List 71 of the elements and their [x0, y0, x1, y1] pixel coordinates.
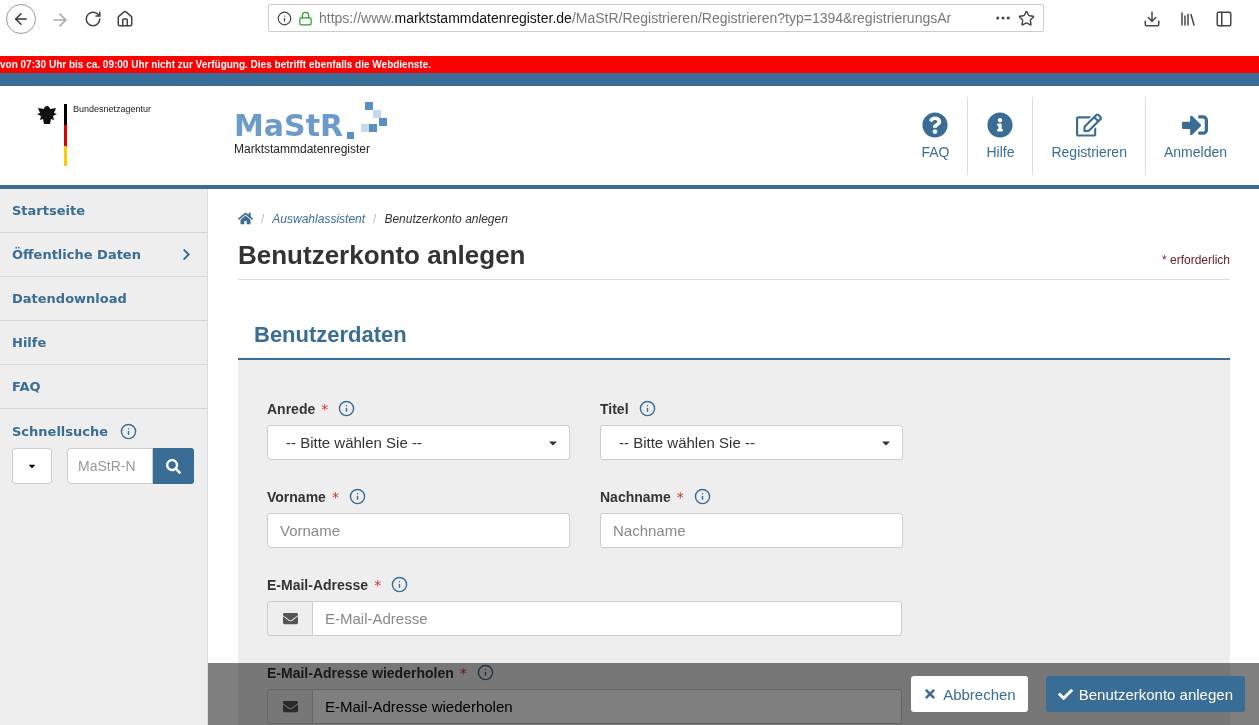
breadcrumb-link[interactable]: Benutzerkonto anlegen — [384, 211, 508, 226]
envelope-icon — [282, 699, 298, 714]
eagle-icon — [36, 104, 58, 126]
email-field[interactable]: E-Mail-Adresse wiederholen — [313, 689, 902, 724]
flag-stripe — [64, 104, 67, 166]
field-label: Titel — [600, 400, 629, 417]
select-field[interactable]: -- Bitte wählen Sie -- — [600, 425, 903, 460]
cancel-button[interactable]: Abbrechen — [911, 676, 1028, 712]
info-icon[interactable] — [391, 576, 409, 593]
check-icon — [1057, 686, 1073, 702]
sidebar-item[interactable]: FAQ — [0, 365, 207, 409]
envelope-icon — [282, 611, 298, 626]
back-button[interactable] — [6, 4, 36, 34]
field-label: Nachname — [600, 488, 671, 505]
library-icon[interactable] — [1179, 10, 1197, 28]
sidebar-item[interactable]: Öffentliche Daten — [0, 233, 207, 277]
url-text: https://www.marktstammdatenregister.de/MaStR/Registrieren/Registrieren?typ=1394&registrierungsAr — [319, 10, 953, 26]
search-icon — [166, 458, 181, 474]
breadcrumb-separator: / — [373, 211, 377, 226]
info-icon — [277, 10, 292, 26]
nav-link[interactable]: FAQ — [903, 96, 968, 175]
address-bar[interactable]: https://www.marktstammdatenregister.de/MaStR/Registrieren/Registrieren?typ=1394&registrierungsAr — [268, 4, 1044, 32]
nav-link[interactable]: Anmelden — [1144, 96, 1245, 175]
field-label: Vorname — [267, 488, 326, 505]
agency-name: Bundesnetzagentur — [73, 104, 152, 116]
required-note: * erforderlich — [1161, 253, 1230, 269]
required-mark: * — [676, 488, 684, 505]
page-title: Benutzerkonto anlegen — [238, 240, 526, 271]
logo-squares-icon — [347, 102, 388, 142]
breadcrumb-link[interactable]: Auswahlassistent — [272, 211, 366, 226]
input-field[interactable]: Vorname — [267, 513, 570, 548]
nav-link[interactable]: Registrieren — [1032, 96, 1145, 175]
download-icon[interactable] — [1143, 10, 1161, 28]
logo-text: MaStR — [234, 109, 344, 142]
edit-icon — [1076, 111, 1103, 138]
quick-search-label: Schnellsuche — [12, 424, 109, 439]
field-label: Anrede — [267, 400, 316, 417]
required-mark: * — [321, 400, 329, 417]
notice-banner: von 07:30 Uhr bis ca. 09:00 Uhr nicht zur Verfügung. Dies betrifft ebenfalls die Webdienste. — [0, 56, 1259, 73]
field-label: E-Mail-Adresse wiederholen — [267, 664, 454, 681]
required-mark: * — [331, 488, 339, 505]
info-icon[interactable] — [348, 488, 366, 505]
required-mark: * — [459, 664, 467, 681]
close-icon — [923, 687, 938, 701]
input-field[interactable]: Nachname — [600, 513, 903, 548]
info-icon[interactable] — [476, 664, 494, 681]
logo-subtitle: Marktstammdatenregister — [234, 142, 372, 156]
info-icon[interactable] — [120, 423, 138, 440]
search-button[interactable] — [153, 448, 194, 484]
info-icon — [987, 111, 1014, 138]
sidebar-item[interactable]: Startseite — [0, 189, 207, 233]
info-icon[interactable] — [638, 400, 656, 417]
sidebar-icon[interactable] — [1215, 10, 1233, 28]
reload-icon — [84, 10, 102, 28]
search-field[interactable]: MaStR-N — [67, 448, 153, 484]
submit-button[interactable]: Benutzerkonto anlegen — [1045, 676, 1245, 712]
question-icon — [922, 111, 949, 138]
sidebar-item[interactable]: Hilfe — [0, 321, 207, 365]
info-icon[interactable] — [338, 400, 356, 417]
bookmark-icon[interactable] — [1018, 9, 1035, 27]
email-field[interactable]: E-Mail-Adresse — [313, 601, 902, 636]
home-icon[interactable] — [238, 211, 253, 226]
nav-link[interactable]: Hilfe — [967, 96, 1033, 175]
select-field[interactable]: -- Bitte wählen Sie -- — [267, 425, 570, 460]
field-label: E-Mail-Adresse — [267, 576, 369, 593]
home-icon — [116, 10, 134, 28]
sidebar-item[interactable]: Datendownload — [0, 277, 207, 321]
required-mark: * — [374, 576, 382, 593]
info-icon[interactable] — [693, 488, 711, 505]
breadcrumb-separator: / — [261, 211, 265, 226]
lock-icon — [298, 10, 313, 26]
